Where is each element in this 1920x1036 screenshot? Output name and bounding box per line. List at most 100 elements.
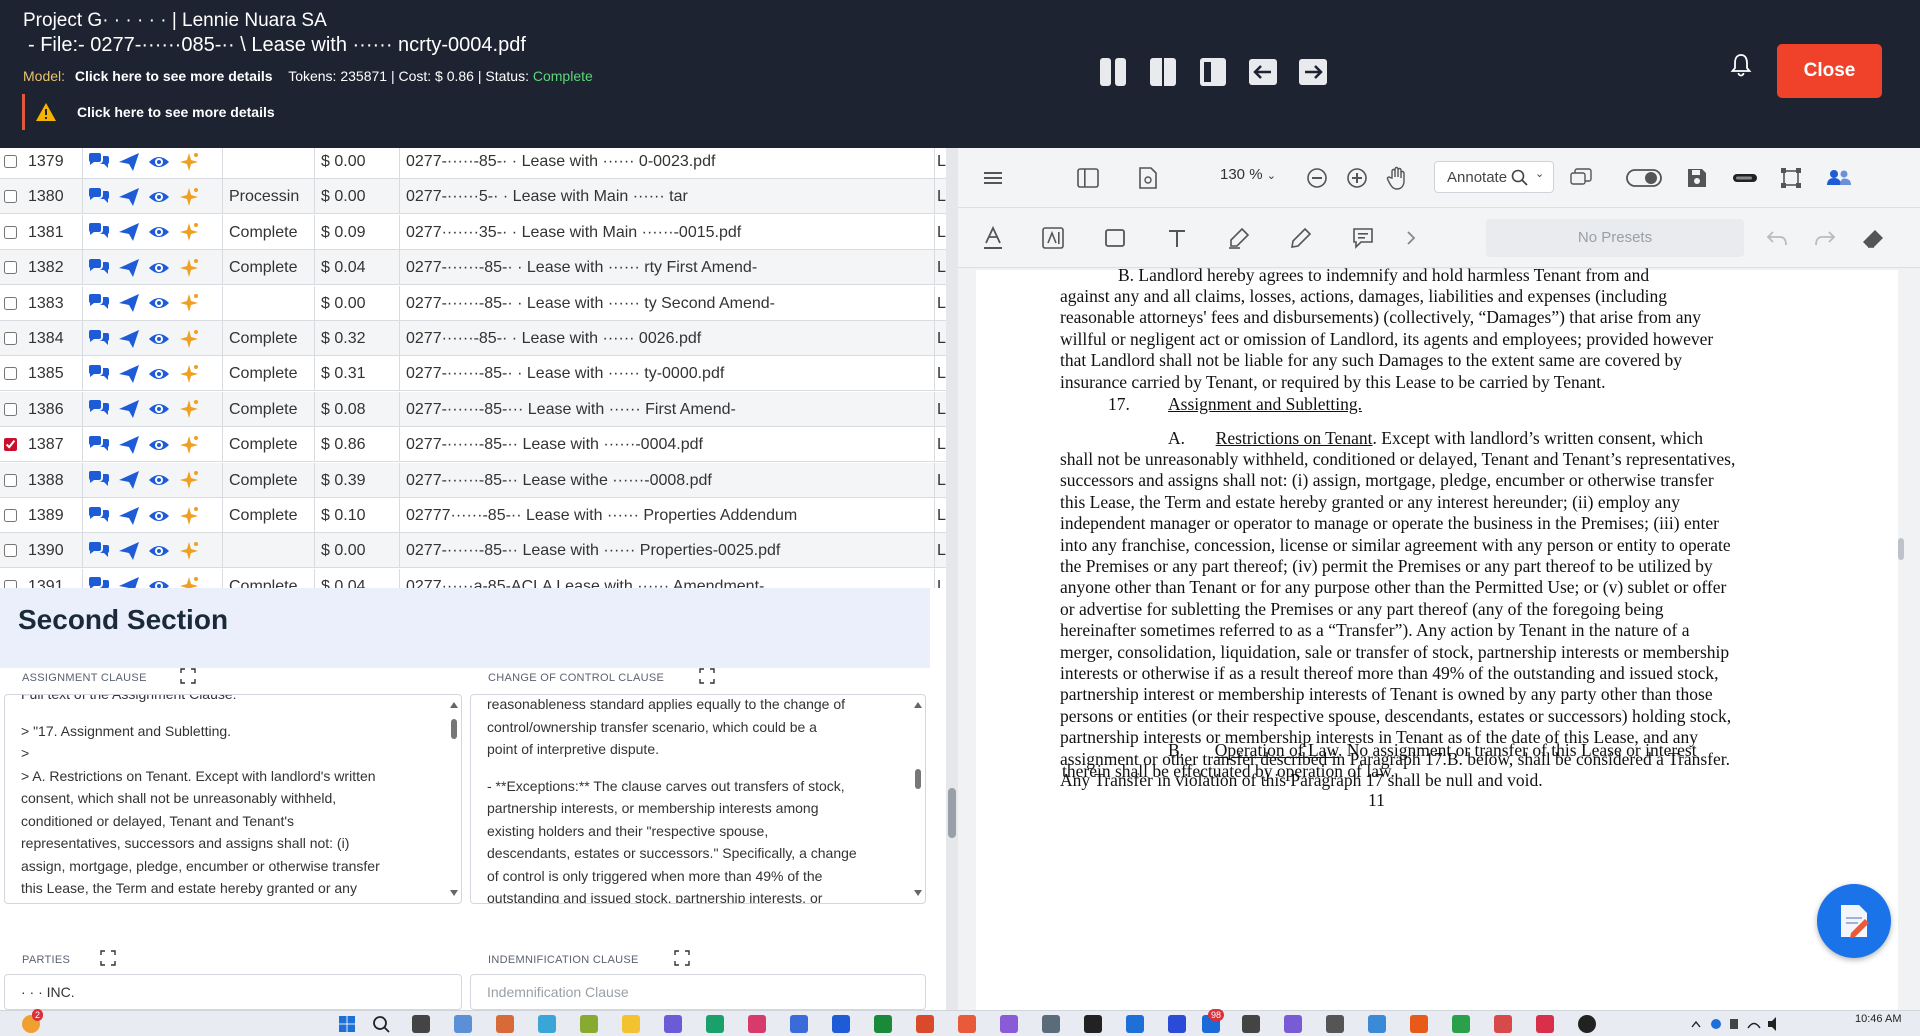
annotate-dropdown[interactable]: Annotate ⌄ [1434,161,1554,193]
rectangle-icon[interactable] [1102,225,1128,251]
app-icon[interactable] [664,1015,682,1033]
send-icon[interactable] [118,470,140,490]
assignment-clause-textarea[interactable]: Full text of the Assignment Clause: > "17… [4,694,462,904]
highlighter-icon[interactable] [1226,225,1252,251]
send-icon[interactable] [118,329,140,349]
text-icon[interactable] [1164,225,1190,251]
eye-icon[interactable] [148,187,170,207]
chevron-right-icon[interactable] [1398,225,1424,251]
row-checkbox[interactable] [3,402,17,416]
close-button[interactable]: Close [1777,44,1882,98]
arrow-right-icon[interactable] [1298,54,1328,90]
sparkle-icon[interactable] [178,293,200,313]
full-view-icon[interactable] [1148,54,1178,90]
row-filename[interactable]: 0277-······-85-· · Lease with ······ rty… [399,250,934,286]
table-row[interactable]: 1385 Complete $ 0.31 0277-······-85-· · Lea… [0,356,948,392]
indemnification-field[interactable]: Indemnification Clause [470,974,926,1010]
expand-icon[interactable] [180,668,196,684]
row-filename[interactable]: 02777······-85-·· Lease with ······ Prop… [399,498,934,533]
app-icon[interactable] [958,1015,976,1033]
row-filename[interactable]: 0277·······35-· · Lease with Main ······… [399,214,934,250]
search-icon[interactable] [372,1015,390,1033]
app-icon[interactable] [1126,1015,1144,1033]
undo-icon[interactable] [1764,225,1790,251]
row-checkbox[interactable] [3,579,17,588]
row-filename[interactable]: 0277-·····-85-· · Lease with ······ 0-00… [399,148,934,179]
send-icon[interactable] [118,506,140,526]
chat-bubbles-icon[interactable] [88,152,110,172]
row-filename[interactable]: 0277-······-85-· · Lease with ······ ty … [399,285,934,321]
text-underline-icon[interactable] [980,225,1006,251]
sparkle-icon[interactable] [178,222,200,242]
eye-icon[interactable] [148,222,170,242]
system-clock[interactable]: 10:46 AM [1855,1014,1901,1025]
document-settings-icon[interactable] [1135,165,1161,191]
outlook-icon[interactable] [832,1015,850,1033]
chat-bubbles-icon[interactable] [88,364,110,384]
send-icon[interactable] [118,293,140,313]
chat-bubbles-icon[interactable] [88,470,110,490]
app-icon[interactable] [454,1015,472,1033]
pane-splitter[interactable] [946,148,958,1010]
app-icon[interactable] [1578,1015,1596,1033]
row-filename[interactable]: 0277-······-85-· · Lease with ······ ty-… [399,356,934,392]
windows-start-icon[interactable] [338,1015,356,1033]
file-explorer-icon[interactable] [622,1015,640,1033]
app-icon[interactable] [580,1015,598,1033]
row-checkbox[interactable] [3,155,17,168]
system-tray[interactable] [1690,1015,1780,1033]
menu-icon[interactable] [980,165,1006,191]
comments-icon[interactable] [1568,165,1594,191]
redo-icon[interactable] [1812,225,1838,251]
app-icon[interactable] [916,1015,934,1033]
app-icon[interactable] [1000,1015,1018,1033]
table-row[interactable]: 1381 Complete $ 0.09 0277·······35-· · Leas… [0,214,948,250]
row-checkbox[interactable] [3,438,17,452]
send-icon[interactable] [118,364,140,384]
table-row[interactable]: 1386 Complete $ 0.08 0277-······-85-··· Lea… [0,391,948,427]
warning-details-link[interactable]: Click here to see more details [77,104,275,120]
table-row[interactable]: 1389 Complete $ 0.10 02777······-85-·· Leas… [0,498,948,533]
presets-selector[interactable]: No Presets [1486,219,1744,257]
arrow-left-icon[interactable] [1248,54,1278,90]
row-checkbox[interactable] [3,225,17,239]
model-details-link[interactable]: Click here to see more details [75,68,273,84]
send-icon[interactable] [118,435,140,455]
split-view-icon[interactable] [1098,54,1128,90]
app-icon[interactable] [1494,1015,1512,1033]
chat-bubbles-icon[interactable] [88,435,110,455]
row-checkbox[interactable] [3,544,17,558]
row-filename[interactable]: 0277-······-85-·· Lease withe ······-000… [399,462,934,498]
row-checkbox[interactable] [3,332,17,345]
chat-bubbles-icon[interactable] [88,329,110,349]
expand-icon[interactable] [699,668,715,684]
sparkle-icon[interactable] [178,329,200,349]
users-icon[interactable] [1826,165,1852,191]
row-checkbox[interactable] [3,261,17,275]
app-icon[interactable] [748,1015,766,1033]
row-checkbox[interactable] [3,367,17,381]
sparkle-icon[interactable] [178,364,200,384]
zoom-in-icon[interactable] [1344,165,1370,191]
chat-bubbles-icon[interactable] [88,187,110,207]
table-row[interactable]: 1382 Complete $ 0.04 0277-······-85-· · Lea… [0,250,948,286]
eye-icon[interactable] [148,152,170,172]
chat-bubbles-icon[interactable] [88,258,110,278]
eye-icon[interactable] [148,399,170,419]
send-icon[interactable] [118,187,140,207]
chat-bubbles-icon[interactable] [88,399,110,419]
sparkle-icon[interactable] [178,258,200,278]
pan-hand-icon[interactable] [1384,165,1410,191]
sparkle-icon[interactable] [178,506,200,526]
comment-icon[interactable] [1350,225,1376,251]
change-of-control-textarea[interactable]: reasonableness standard applies equally … [470,694,926,904]
send-icon[interactable] [118,222,140,242]
excel-icon[interactable] [874,1015,892,1033]
row-checkbox[interactable] [3,509,17,522]
sparkle-icon[interactable] [178,470,200,490]
chat-bubbles-icon[interactable] [88,576,110,588]
table-row[interactable]: 1388 Complete $ 0.39 0277-······-85-·· Leas… [0,462,948,498]
eye-icon[interactable] [148,470,170,490]
table-row[interactable]: 1380 Processin $ 0.00 0277-······5-· · Leas… [0,179,948,215]
app-icon[interactable] [1368,1015,1386,1033]
